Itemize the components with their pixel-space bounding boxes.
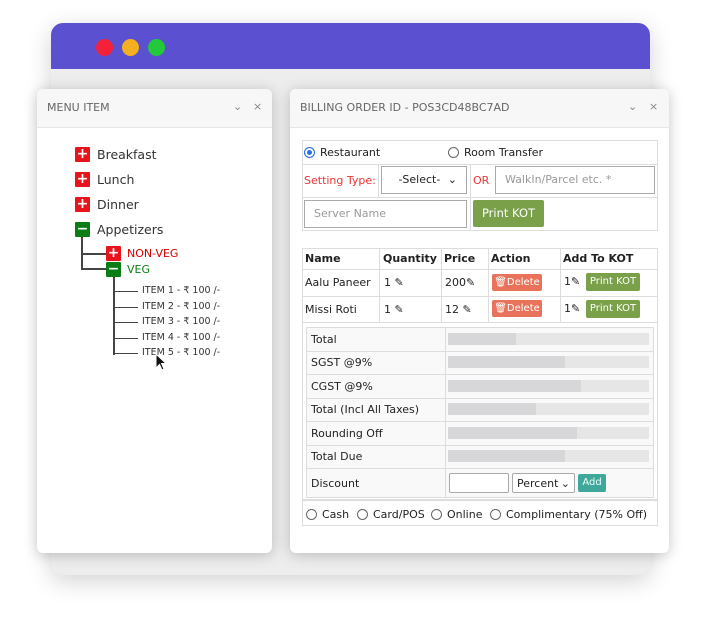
value-placeholder	[448, 427, 649, 439]
edit-icon: ✎	[466, 276, 476, 289]
summary-label: Rounding Off	[311, 427, 383, 440]
setting-type-select[interactable]: -Select- ⌄	[381, 166, 467, 194]
payment-online[interactable]: Online	[431, 508, 482, 521]
close-window-button[interactable]	[96, 39, 113, 56]
discount-label: Discount	[311, 477, 360, 490]
row-print-kot-button[interactable]: Print KOT	[586, 300, 640, 318]
item-price[interactable]: 200✎	[445, 276, 475, 289]
category-dinner[interactable]: Dinner	[97, 197, 139, 212]
minimize-window-button[interactable]	[122, 39, 139, 56]
menu-item[interactable]: ITEM 3 - ₹ 100 /-	[142, 316, 220, 327]
server-name-input[interactable]: Server Name	[304, 200, 467, 228]
edit-icon: ✎	[571, 275, 581, 288]
item-price[interactable]: 12 ✎	[445, 303, 472, 316]
radio-room-transfer[interactable]: Room Transfer	[448, 146, 543, 159]
title-bar	[51, 23, 650, 69]
column-header: Name	[305, 252, 341, 265]
edit-icon: ✎	[462, 303, 472, 316]
menu-item[interactable]: ITEM 1 - ₹ 100 /-	[142, 285, 220, 296]
summary-label: Total Due	[311, 450, 363, 463]
edit-icon: ✎	[394, 276, 404, 289]
category-breakfast[interactable]: Breakfast	[97, 147, 157, 162]
print-kot-button[interactable]: Print KOT	[473, 200, 544, 227]
add-discount-button[interactable]: Add	[578, 474, 606, 492]
edit-icon: ✎	[571, 302, 581, 315]
chevron-down-icon[interactable]: ⌄	[233, 100, 242, 113]
panel-title: MENU ITEM	[47, 101, 110, 114]
setting-type-label: Setting Type:	[304, 174, 376, 187]
value-placeholder	[448, 450, 649, 462]
value-placeholder	[448, 380, 649, 392]
category-appetizers[interactable]: Appetizers	[97, 222, 163, 237]
maximize-window-button[interactable]	[148, 39, 165, 56]
trash-icon: 🗑	[494, 303, 507, 314]
discount-input[interactable]	[449, 473, 509, 493]
item-name: Missi Roti	[305, 303, 357, 316]
column-header: Quantity	[383, 252, 437, 265]
discount-type-select[interactable]: Percent ⌄	[512, 473, 575, 493]
summary-label: CGST @9%	[311, 380, 373, 393]
item-qty[interactable]: 1 ✎	[384, 276, 404, 289]
value-placeholder	[448, 356, 649, 368]
column-header: Price	[444, 252, 476, 265]
panel-title: BILLING ORDER ID - POS3CD48BC7AD	[300, 101, 510, 114]
column-header: Action	[491, 252, 531, 265]
cursor-icon	[155, 353, 168, 371]
column-header: Add To KOT	[563, 252, 634, 265]
item-name: Aalu Paneer	[305, 276, 371, 289]
value-placeholder	[448, 403, 649, 415]
payment-complimentary[interactable]: Complimentary (75% Off)	[490, 508, 647, 521]
expand-icon[interactable]: +	[75, 147, 90, 162]
category-lunch[interactable]: Lunch	[97, 172, 134, 187]
close-icon[interactable]: ×	[649, 100, 658, 113]
summary-label: Total	[311, 333, 337, 346]
or-label: OR	[473, 174, 490, 187]
close-icon[interactable]: ×	[253, 100, 262, 113]
edit-icon: ✎	[394, 303, 404, 316]
kot-qty[interactable]: 1✎	[564, 275, 580, 288]
menu-item[interactable]: ITEM 4 - ₹ 100 /-	[142, 332, 220, 343]
walkin-input[interactable]: WalkIn/Parcel etc. *	[495, 166, 655, 194]
radio-restaurant[interactable]: Restaurant	[304, 146, 380, 159]
billing-panel: BILLING ORDER ID - POS3CD48BC7AD ⌄ × Res…	[290, 89, 669, 553]
subcategory-veg[interactable]: VEG	[127, 263, 150, 276]
expand-icon[interactable]: +	[75, 172, 90, 187]
summary-label: Total (Incl All Taxes)	[311, 403, 420, 416]
payment-card-pos[interactable]: Card/POS	[357, 508, 425, 521]
subcategory-non-veg[interactable]: NON-VEG	[127, 247, 178, 260]
menu-item[interactable]: ITEM 5 - ₹ 100 /-	[142, 347, 220, 358]
menu-item[interactable]: ITEM 2 - ₹ 100 /-	[142, 301, 220, 312]
summary-label: SGST @9%	[311, 356, 373, 369]
kot-qty[interactable]: 1✎	[564, 302, 580, 315]
row-print-kot-button[interactable]: Print KOT	[586, 273, 640, 291]
chevron-down-icon[interactable]: ⌄	[628, 100, 637, 113]
value-placeholder	[448, 333, 649, 345]
delete-button[interactable]: 🗑Delete	[492, 274, 542, 291]
menu-item-panel: MENU ITEM ⌄ × + Breakfast + Lunch + Dinn…	[37, 89, 272, 553]
collapse-icon[interactable]: −	[75, 222, 90, 237]
expand-icon[interactable]: +	[106, 246, 121, 261]
item-qty[interactable]: 1 ✎	[384, 303, 404, 316]
trash-icon: 🗑	[494, 277, 507, 288]
expand-icon[interactable]: +	[75, 197, 90, 212]
delete-button[interactable]: 🗑Delete	[492, 300, 542, 317]
collapse-icon[interactable]: −	[106, 262, 121, 277]
payment-cash[interactable]: Cash	[306, 508, 349, 521]
